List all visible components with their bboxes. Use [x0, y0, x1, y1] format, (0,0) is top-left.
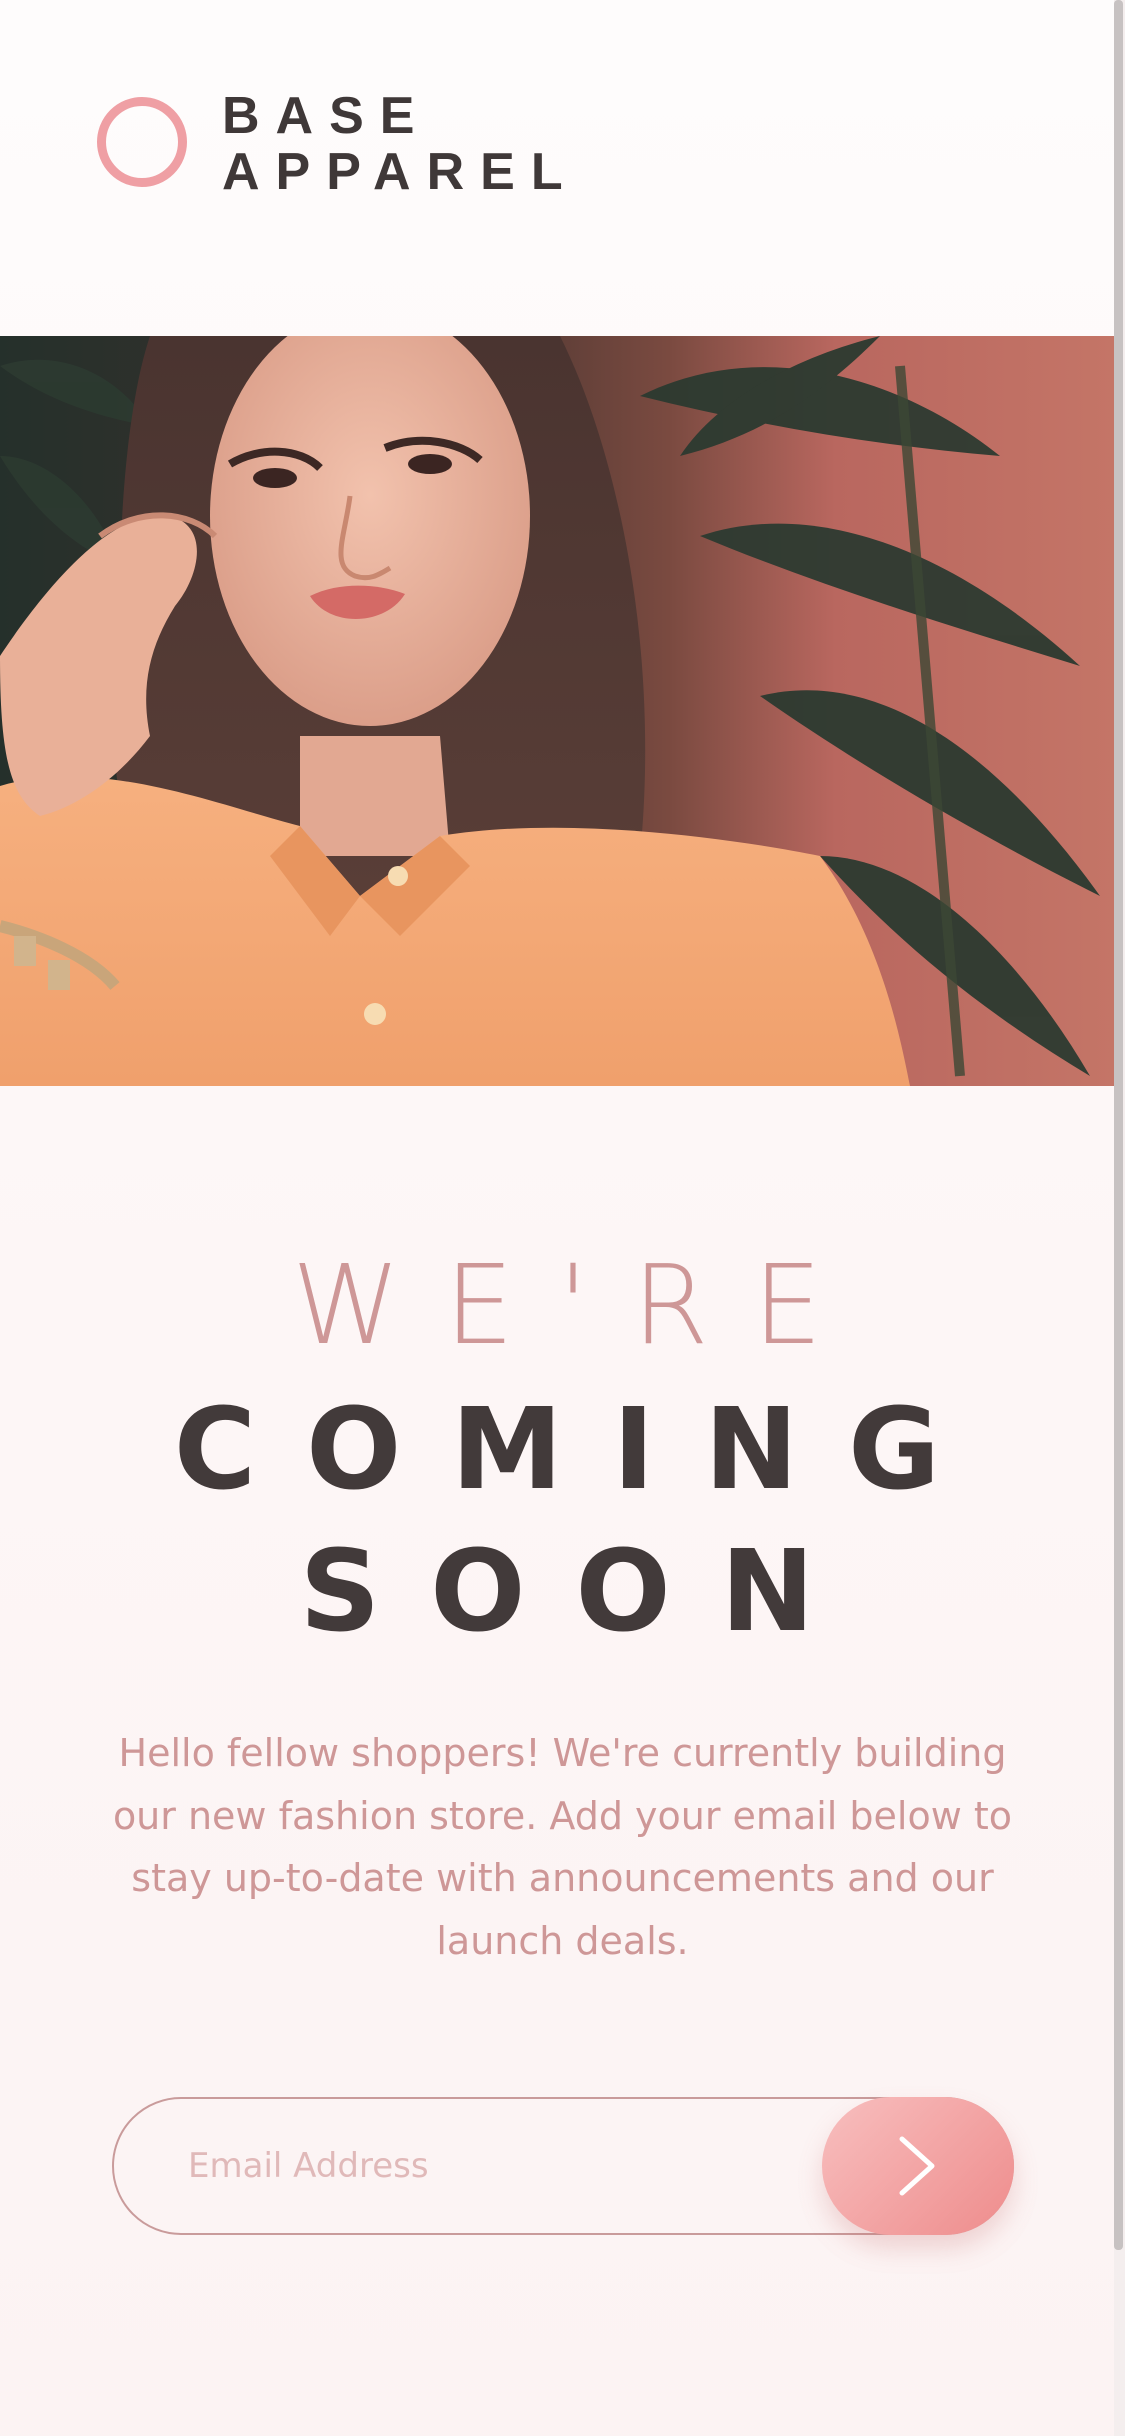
logo-ring-icon: [97, 97, 187, 187]
brand-line-2: APPAREL: [222, 143, 579, 201]
arrow-right-icon: [899, 2136, 935, 2196]
site-header: BASE APPAREL: [0, 0, 1125, 336]
brand-logo[interactable]: BASE APPAREL: [222, 88, 579, 200]
hero-photo: [0, 336, 1114, 1086]
submit-button[interactable]: [822, 2097, 1014, 2235]
email-signup-form: [112, 2097, 1014, 2235]
headline-line-1: WE'RE: [291, 1241, 867, 1369]
brand-line-1: BASE: [222, 87, 431, 145]
description-text: Hello fellow shoppers! We're currently b…: [112, 1731, 1013, 1963]
headline-line-3: SOON: [299, 1527, 865, 1657]
headline-line-2: COMING: [173, 1385, 991, 1515]
scrollbar-thumb[interactable]: [1114, 0, 1123, 2250]
hero-photo-illustration: [0, 336, 1114, 1086]
